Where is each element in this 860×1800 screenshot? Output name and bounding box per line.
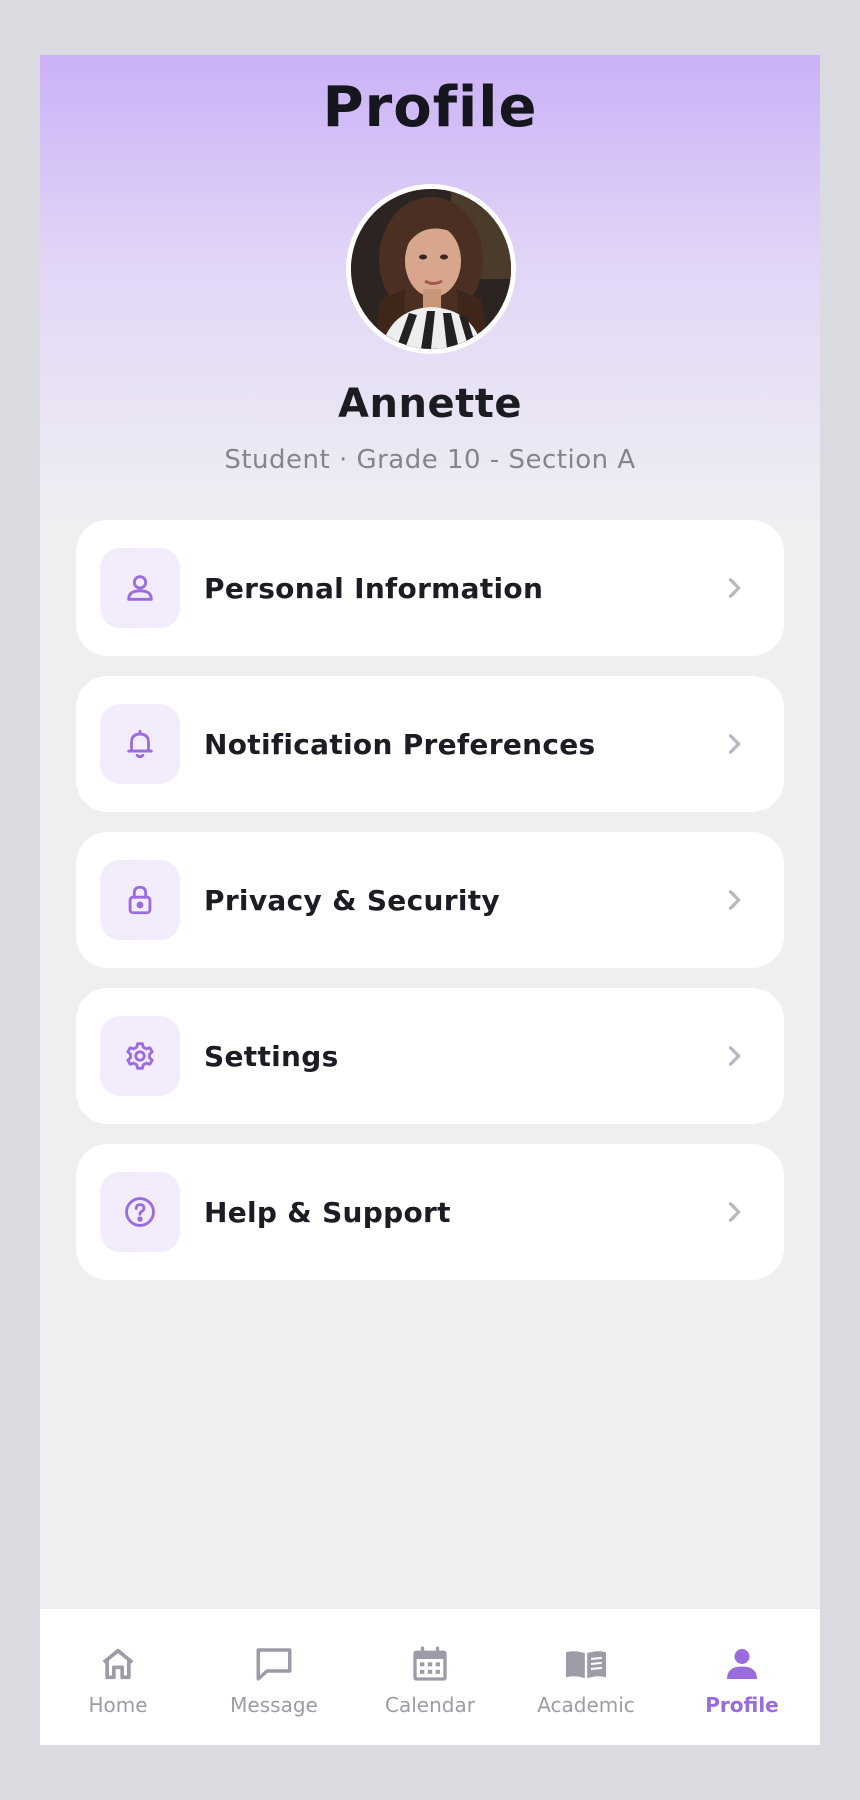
- message-icon: [253, 1643, 295, 1685]
- calendar-icon: [410, 1643, 450, 1685]
- menu-item-label: Help & Support: [204, 1195, 451, 1229]
- chevron-right-icon: [720, 574, 748, 606]
- tab-label: Calendar: [385, 1693, 475, 1717]
- tab-message[interactable]: Message: [196, 1609, 352, 1745]
- avatar[interactable]: [346, 184, 516, 354]
- chevron-right-icon: [720, 1042, 748, 1074]
- profile-screen: Profile Annette Student · Grade 10 - Sec…: [40, 55, 820, 1745]
- profile-menu: Personal Information Notification Prefer…: [76, 520, 784, 1300]
- lock-icon: [100, 860, 180, 940]
- page-title: Profile: [322, 75, 538, 140]
- tab-label: Message: [230, 1693, 318, 1717]
- home-icon: [98, 1643, 138, 1685]
- book-icon: [564, 1643, 608, 1685]
- menu-item-privacy-security[interactable]: Privacy & Security: [76, 832, 784, 968]
- menu-item-label: Settings: [204, 1039, 339, 1073]
- menu-item-label: Notification Preferences: [204, 727, 596, 761]
- tab-home[interactable]: Home: [40, 1609, 196, 1745]
- menu-item-settings[interactable]: Settings: [76, 988, 784, 1124]
- chevron-right-icon: [720, 886, 748, 918]
- tab-label: Academic: [537, 1693, 635, 1717]
- menu-item-notification-preferences[interactable]: Notification Preferences: [76, 676, 784, 812]
- chevron-right-icon: [720, 730, 748, 762]
- menu-item-label: Privacy & Security: [204, 883, 500, 917]
- person-icon: [100, 548, 180, 628]
- tab-label: Home: [88, 1693, 148, 1717]
- bottom-tab-bar: Home Message Calendar Academic Profile: [40, 1609, 820, 1745]
- user-name: Annette: [338, 381, 522, 427]
- chevron-right-icon: [720, 1198, 748, 1230]
- tab-calendar[interactable]: Calendar: [352, 1609, 508, 1745]
- menu-item-personal-information[interactable]: Personal Information: [76, 520, 784, 656]
- user-role-subtitle: Student · Grade 10 - Section A: [224, 445, 636, 475]
- bell-icon: [100, 704, 180, 784]
- menu-item-help-support[interactable]: Help & Support: [76, 1144, 784, 1280]
- tab-academic[interactable]: Academic: [508, 1609, 664, 1745]
- menu-item-label: Personal Information: [204, 571, 544, 605]
- help-circle-icon: [100, 1172, 180, 1252]
- gear-icon: [100, 1016, 180, 1096]
- tab-profile[interactable]: Profile: [664, 1609, 820, 1745]
- person-icon: [722, 1643, 762, 1685]
- tab-label: Profile: [705, 1693, 779, 1717]
